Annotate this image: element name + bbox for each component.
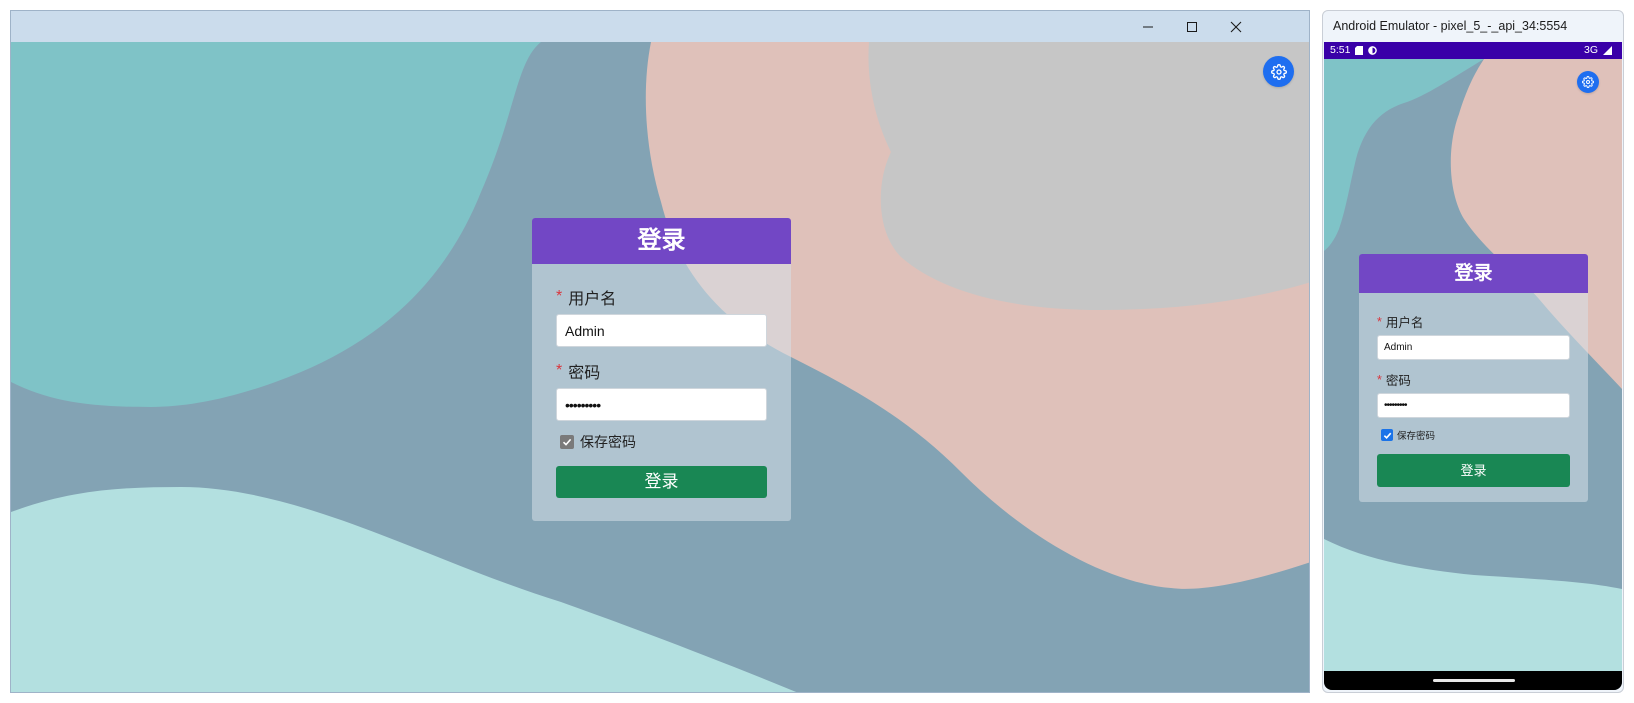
desktop-app-window: 登录 * 用户名 Admin * 密码 ••••••••• 保存密码 登录 bbox=[10, 10, 1310, 693]
required-mark: * bbox=[1377, 372, 1382, 387]
network-type: 3G bbox=[1583, 44, 1598, 56]
password-input[interactable]: ••••••••• bbox=[556, 388, 767, 421]
remember-password-checkbox[interactable] bbox=[1381, 429, 1393, 441]
required-mark: * bbox=[556, 288, 563, 305]
settings-button[interactable] bbox=[1263, 56, 1294, 87]
gear-icon bbox=[1582, 76, 1594, 88]
login-button[interactable]: 登录 bbox=[1377, 454, 1570, 487]
navigation-bar bbox=[1324, 671, 1622, 690]
password-label: * 密码 bbox=[556, 360, 767, 382]
login-button[interactable]: 登录 bbox=[556, 466, 767, 498]
emulator-title: Android Emulator - pixel_5_-_api_34:5554 bbox=[1333, 19, 1568, 33]
password-input[interactable]: ••••••••• bbox=[1377, 393, 1570, 418]
phone-screen: 5:51 3G 登录 * 用户名 Admin * 密码 ••••••••• 保存… bbox=[1324, 42, 1622, 690]
maximize-icon bbox=[1187, 21, 1197, 32]
window-content: 登录 * 用户名 Admin * 密码 ••••••••• 保存密码 登录 bbox=[11, 42, 1309, 692]
username-label: * 用户名 bbox=[1377, 313, 1570, 331]
password-label-text: 密码 bbox=[1385, 374, 1411, 388]
status-time: 5:51 bbox=[1330, 44, 1351, 56]
username-label: * 用户名 bbox=[556, 286, 767, 308]
android-emulator-window: Android Emulator - pixel_5_-_api_34:5554… bbox=[1322, 10, 1624, 693]
shield-icon bbox=[1368, 45, 1378, 55]
home-gesture-handle[interactable] bbox=[1433, 679, 1515, 682]
remember-password-checkbox[interactable] bbox=[560, 435, 574, 449]
password-value: ••••••••• bbox=[1384, 400, 1407, 411]
login-card: 登录 * 用户名 Admin * 密码 ••••••••• 保存密码 登录 bbox=[532, 218, 791, 521]
login-title: 登录 bbox=[532, 218, 791, 264]
password-label: * 密码 bbox=[1377, 371, 1570, 389]
username-input[interactable]: Admin bbox=[1377, 335, 1570, 360]
login-card: 登录 * 用户名 Admin * 密码 ••••••••• 保存密码 登录 bbox=[1359, 254, 1588, 502]
login-title: 登录 bbox=[1359, 254, 1588, 293]
username-value: Admin bbox=[1384, 342, 1413, 353]
app-content: 登录 * 用户名 Admin * 密码 ••••••••• 保存密码 登录 bbox=[1324, 59, 1622, 671]
login-form: * 用户名 Admin * 密码 ••••••••• 保存密码 登录 bbox=[1359, 293, 1588, 487]
required-mark: * bbox=[1377, 314, 1382, 329]
sd-card-icon bbox=[1355, 45, 1364, 55]
password-label-text: 密码 bbox=[568, 365, 601, 382]
username-value: Admin bbox=[565, 322, 605, 339]
remember-password-label: 保存密码 bbox=[1397, 431, 1436, 442]
remember-password-row: 保存密码 bbox=[560, 432, 767, 452]
password-value: ••••••••• bbox=[565, 396, 601, 413]
check-icon bbox=[562, 438, 572, 446]
username-label-text: 用户名 bbox=[1385, 316, 1424, 330]
username-input[interactable]: Admin bbox=[556, 314, 767, 347]
settings-button[interactable] bbox=[1577, 71, 1599, 93]
login-form: * 用户名 Admin * 密码 ••••••••• 保存密码 登录 bbox=[532, 264, 791, 498]
username-label-text: 用户名 bbox=[568, 291, 617, 308]
close-icon bbox=[1230, 21, 1242, 32]
required-mark: * bbox=[556, 362, 563, 379]
status-bar: 5:51 3G bbox=[1324, 42, 1622, 59]
minimize-icon bbox=[1143, 26, 1153, 27]
window-titlebar[interactable] bbox=[11, 11, 1309, 42]
maximize-button[interactable] bbox=[1169, 11, 1215, 42]
gear-icon bbox=[1270, 63, 1287, 80]
minimize-button[interactable] bbox=[1125, 11, 1171, 42]
remember-password-label: 保存密码 bbox=[580, 434, 636, 450]
remember-password-row: 保存密码 bbox=[1381, 427, 1570, 443]
check-icon bbox=[1383, 432, 1391, 439]
close-button[interactable] bbox=[1213, 11, 1259, 42]
signal-icon bbox=[1603, 45, 1612, 55]
